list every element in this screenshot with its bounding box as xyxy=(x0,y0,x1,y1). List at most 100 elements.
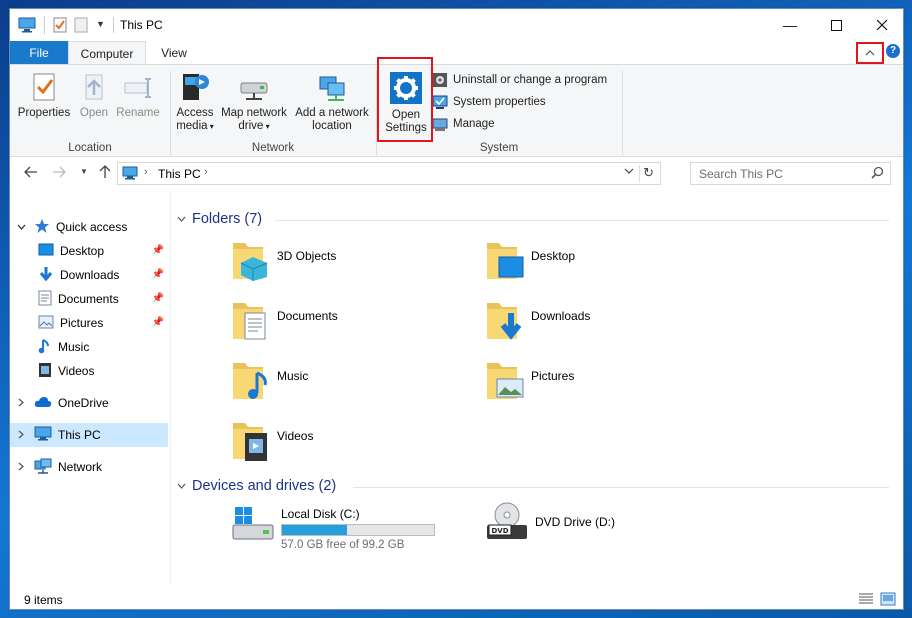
search-box[interactable]: Search This PC xyxy=(690,162,891,185)
search-icon[interactable] xyxy=(871,166,884,182)
uninstall-program-button[interactable]: Uninstall or change a program xyxy=(432,71,607,89)
file-explorer-window: ▼ This PC — File Computer View ? Propert… xyxy=(9,8,904,610)
details-view-icon[interactable] xyxy=(858,592,874,606)
search-placeholder: Search This PC xyxy=(699,167,783,181)
location-group-label: Location xyxy=(68,142,112,154)
expand-chevron-icon[interactable] xyxy=(14,462,28,473)
sidebar-item-pictures[interactable]: Pictures 📌 xyxy=(10,311,168,335)
group-separator xyxy=(622,71,623,155)
tab-view[interactable]: View xyxy=(146,41,202,65)
chevron-right-icon[interactable]: › xyxy=(204,166,208,178)
star-icon xyxy=(34,218,50,237)
new-folder-quick-icon[interactable] xyxy=(74,17,88,36)
download-arrow-icon xyxy=(38,266,54,285)
properties-quick-icon[interactable] xyxy=(52,17,68,36)
folder-music[interactable]: Music xyxy=(231,359,461,411)
documents-folder-icon xyxy=(231,299,271,346)
downloads-folder-icon xyxy=(485,299,525,346)
3d-objects-folder-icon xyxy=(231,239,271,286)
expand-chevron-icon[interactable] xyxy=(14,398,28,409)
help-icon[interactable]: ? xyxy=(886,44,900,58)
sidebar-item-music[interactable]: Music xyxy=(10,335,168,359)
this-pc-icon xyxy=(18,17,36,36)
sidebar-item-downloads[interactable]: Downloads 📌 xyxy=(10,263,168,287)
forward-button[interactable] xyxy=(52,165,66,181)
ribbon-tabs: File Computer View xyxy=(10,41,903,65)
music-folder-icon xyxy=(231,359,271,406)
refresh-icon[interactable]: ↻ xyxy=(643,165,654,181)
up-button[interactable] xyxy=(99,165,111,182)
scrollbar-edge[interactable] xyxy=(901,191,903,585)
folders-section-header[interactable]: Folders (7) xyxy=(177,211,262,227)
recent-locations-button[interactable]: ▼ xyxy=(80,167,88,176)
close-button[interactable] xyxy=(859,9,903,41)
collapse-chevron-icon[interactable] xyxy=(14,222,28,232)
sidebar-item-desktop[interactable]: Desktop 📌 xyxy=(10,239,168,263)
drive-local-disk-c[interactable]: Local Disk (C:) 57.0 GB free of 99.2 GB xyxy=(231,501,471,553)
this-pc-icon xyxy=(34,426,52,444)
network-drive-icon xyxy=(240,82,268,100)
access-media-button[interactable]: Access media ▾ xyxy=(174,71,216,133)
sidebar-item-documents[interactable]: Documents 📌 xyxy=(10,287,168,311)
manage-button[interactable]: Manage xyxy=(432,115,495,133)
system-group-label: System xyxy=(479,142,519,154)
folder-videos[interactable]: Videos xyxy=(231,419,461,471)
collapse-chevron-icon[interactable] xyxy=(177,481,186,492)
content-pane: Folders (7) 3D Objects Desktop Documents xyxy=(171,191,901,585)
system-properties-icon xyxy=(432,95,448,109)
sidebar-item-network[interactable]: Network xyxy=(10,455,168,479)
sidebar-item-videos[interactable]: Videos xyxy=(10,359,168,383)
pictures-folder-icon xyxy=(485,359,525,406)
tab-computer[interactable]: Computer xyxy=(68,41,146,65)
properties-button[interactable]: Properties xyxy=(16,71,72,120)
minimize-ribbon-button[interactable] xyxy=(856,42,884,64)
drive-dvd-d[interactable]: DVD DVD Drive (D:) xyxy=(485,501,725,553)
expand-chevron-icon[interactable] xyxy=(14,430,28,441)
sidebar-item-quick-access[interactable]: Quick access xyxy=(10,215,168,239)
chevron-up-icon xyxy=(865,50,875,56)
cloud-icon xyxy=(34,396,52,411)
address-bar[interactable]: › This PC › ↻ xyxy=(117,162,661,185)
back-button[interactable] xyxy=(24,165,38,181)
system-properties-button[interactable]: System properties xyxy=(432,93,546,111)
folder-desktop[interactable]: Desktop xyxy=(485,239,715,291)
minimize-button[interactable]: — xyxy=(767,9,813,41)
tab-file[interactable]: File xyxy=(10,41,68,65)
customize-toolbar-icon[interactable]: ▼ xyxy=(96,19,105,29)
properties-icon xyxy=(33,73,55,101)
map-network-drive-button[interactable]: Map network drive ▾ xyxy=(218,71,290,133)
local-disk-icon xyxy=(231,505,275,548)
chevron-right-icon[interactable]: › xyxy=(144,166,148,178)
folder-pictures[interactable]: Pictures xyxy=(485,359,715,411)
pin-icon[interactable]: 📌 xyxy=(152,293,164,304)
music-note-icon xyxy=(38,338,52,357)
documents-icon xyxy=(38,290,52,309)
address-divider xyxy=(639,165,640,182)
sidebar-item-this-pc[interactable]: This PC xyxy=(10,423,168,447)
section-divider xyxy=(275,220,889,221)
media-icon xyxy=(183,74,209,100)
forward-arrow-icon xyxy=(53,166,66,178)
maximize-button[interactable] xyxy=(813,9,859,41)
add-network-location-button[interactable]: Add a network location xyxy=(292,71,372,133)
devices-section-header[interactable]: Devices and drives (2) xyxy=(177,478,336,494)
rename-button[interactable]: Rename xyxy=(114,71,162,120)
close-icon xyxy=(876,19,888,31)
large-icons-view-icon[interactable] xyxy=(880,592,896,606)
pin-icon[interactable]: 📌 xyxy=(152,269,164,280)
dropdown-arrow-icon: ▾ xyxy=(207,122,214,131)
collapse-chevron-icon[interactable] xyxy=(177,214,186,225)
address-path[interactable]: This PC xyxy=(158,167,201,181)
network-group-label: Network xyxy=(251,142,295,154)
folder-downloads[interactable]: Downloads xyxy=(485,299,715,351)
navigation-pane: Quick access Desktop 📌 Downloads 📌 Docum… xyxy=(10,191,170,585)
open-button[interactable]: Open xyxy=(76,71,112,120)
item-count: 9 items xyxy=(24,593,63,607)
folder-3d-objects[interactable]: 3D Objects xyxy=(231,239,461,291)
pin-icon[interactable]: 📌 xyxy=(152,245,164,256)
sidebar-item-onedrive[interactable]: OneDrive xyxy=(10,391,168,415)
pin-icon[interactable]: 📌 xyxy=(152,317,164,328)
folder-documents[interactable]: Documents xyxy=(231,299,461,351)
title-divider xyxy=(44,16,45,34)
chevron-down-icon[interactable] xyxy=(624,166,634,177)
